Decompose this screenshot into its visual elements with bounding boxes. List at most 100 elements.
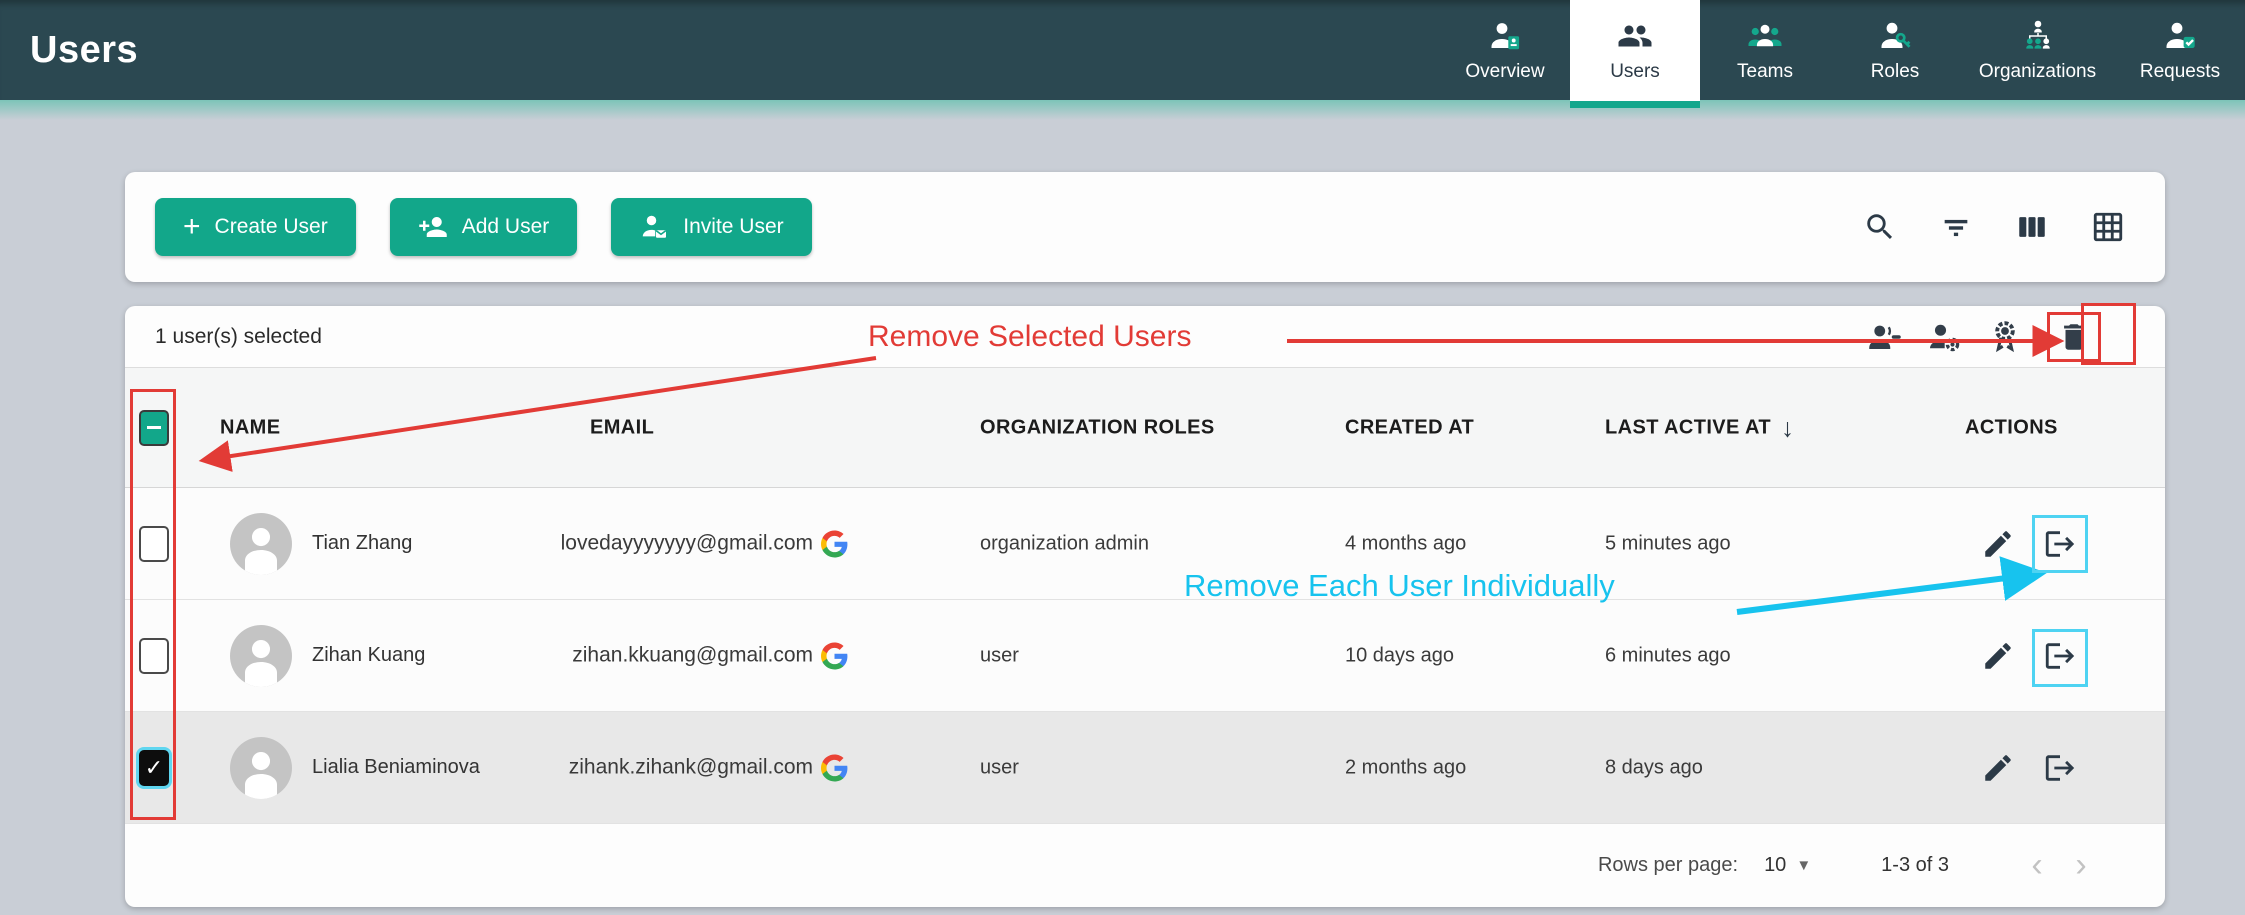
name-cell: Tian Zhang	[230, 513, 412, 575]
column-header-email[interactable]: EMAIL	[590, 416, 654, 439]
indeterminate-checkbox-icon	[139, 410, 169, 446]
unchecked-checkbox-icon	[139, 638, 169, 674]
tab-label: Organizations	[1979, 61, 2096, 83]
email-cell: zihank.zihank@gmail.com	[569, 754, 848, 781]
rows-per-page-value: 10	[1764, 854, 1786, 877]
org-roles: user	[980, 644, 1019, 667]
person-settings-icon[interactable]	[1927, 319, 1963, 355]
tab-label: Teams	[1737, 61, 1793, 83]
column-header-actions[interactable]: ACTIONS	[1965, 416, 2058, 439]
nav-tabs: Overview Users Teams	[1440, 0, 2245, 100]
top-navigation-bar: Users Overview Users	[0, 0, 2245, 100]
google-icon	[821, 530, 848, 557]
add-user-button[interactable]: Add User	[390, 198, 578, 256]
selection-actions	[1867, 312, 2135, 362]
google-icon	[821, 642, 848, 669]
user-name: Zihan Kuang	[312, 644, 425, 667]
last-active-at: 5 minutes ago	[1605, 532, 1731, 555]
column-header-last-active[interactable]: LAST ACTIVE AT ↓	[1605, 412, 1794, 443]
next-page-button[interactable]: ›	[2059, 848, 2103, 882]
search-icon[interactable]	[1863, 210, 1897, 244]
last-active-at: 6 minutes ago	[1605, 644, 1731, 667]
previous-page-button[interactable]: ‹	[2015, 848, 2059, 882]
tab-label: Requests	[2140, 61, 2220, 83]
tab-label: Overview	[1465, 61, 1544, 83]
user-email: lovedayyyyyyy@gmail.com	[561, 532, 813, 556]
column-header-roles[interactable]: ORGANIZATION ROLES	[980, 416, 1215, 439]
row-actions	[1981, 639, 2077, 673]
remove-user-icon[interactable]	[2043, 751, 2077, 785]
edit-icon[interactable]	[1981, 751, 2015, 785]
badge-icon[interactable]	[1987, 319, 2023, 355]
tab-roles[interactable]: Roles	[1830, 0, 1960, 100]
org-roles: organization admin	[980, 532, 1149, 555]
selection-count-text: 1 user(s) selected	[155, 325, 322, 349]
remove-user-icon[interactable]	[2043, 527, 2077, 561]
trash-annotation-box	[2047, 312, 2101, 362]
tab-label: Users	[1610, 61, 1660, 83]
select-all-checkbox[interactable]	[139, 410, 169, 446]
user-email: zihan.kkuang@gmail.com	[572, 644, 813, 668]
column-header-last-active-label: LAST ACTIVE AT	[1605, 416, 1771, 439]
row-checkbox[interactable]	[139, 638, 169, 674]
tab-requests[interactable]: Requests	[2115, 0, 2245, 100]
created-at: 2 months ago	[1345, 756, 1466, 779]
column-header-created[interactable]: CREATED AT	[1345, 416, 1474, 439]
plus-icon: +	[183, 212, 201, 242]
avatar	[230, 625, 292, 687]
row-actions	[1981, 751, 2077, 785]
selection-bar: 1 user(s) selected	[125, 306, 2165, 368]
edit-icon[interactable]	[1981, 527, 2015, 561]
create-user-button[interactable]: + Create User	[155, 198, 356, 256]
google-icon	[821, 754, 848, 781]
person-invite-icon	[639, 212, 669, 242]
people-icon	[1617, 18, 1653, 54]
created-at: 10 days ago	[1345, 644, 1454, 667]
person-badge-icon	[1487, 18, 1523, 54]
last-active-at: 8 days ago	[1605, 756, 1703, 779]
filter-icon[interactable]	[1939, 210, 1973, 244]
person-remove-icon[interactable]	[1867, 319, 1903, 355]
name-cell: Zihan Kuang	[230, 625, 425, 687]
create-user-label: Create User	[215, 215, 328, 239]
user-name: Tian Zhang	[312, 532, 412, 555]
invite-user-label: Invite User	[683, 215, 783, 239]
toolbar-card: + Create User Add User Invite User	[125, 172, 2165, 282]
tab-teams[interactable]: Teams	[1700, 0, 1830, 100]
tab-users[interactable]: Users	[1570, 0, 1700, 108]
avatar	[230, 737, 292, 799]
table-row: ✓ Lialia Beniaminova zihank.zihank@gmail…	[125, 712, 2165, 824]
email-cell: zihan.kkuang@gmail.com	[572, 642, 848, 669]
page-title: Users	[0, 29, 138, 72]
email-cell: lovedayyyyyyy@gmail.com	[561, 530, 848, 557]
row-checkbox[interactable]: ✓	[139, 750, 169, 786]
grid-icon[interactable]	[2091, 210, 2125, 244]
unchecked-checkbox-icon	[139, 526, 169, 562]
created-at: 4 months ago	[1345, 532, 1466, 555]
person-add-icon	[418, 212, 448, 242]
chevron-down-icon: ▼	[1796, 857, 1811, 874]
column-header-name[interactable]: NAME	[220, 416, 281, 439]
pagination-range: 1-3 of 3	[1881, 854, 1949, 877]
person-check-icon	[2162, 18, 2198, 54]
groups-icon	[1747, 18, 1783, 54]
tab-organizations[interactable]: Organizations	[1960, 0, 2115, 100]
columns-icon[interactable]	[2015, 210, 2049, 244]
users-table-card: 1 user(s) selected	[125, 306, 2165, 907]
toolbar-icon-group	[1863, 210, 2135, 244]
table-footer: Rows per page: 10 ▼ 1-3 of 3 ‹ ›	[125, 824, 2165, 906]
org-roles: user	[980, 756, 1019, 779]
rows-per-page-label: Rows per page:	[1598, 854, 1738, 877]
avatar	[230, 513, 292, 575]
sort-desc-icon[interactable]: ↓	[1781, 412, 1794, 443]
invite-user-button[interactable]: Invite User	[611, 198, 811, 256]
remove-user-icon[interactable]	[2043, 639, 2077, 673]
row-actions	[1981, 527, 2077, 561]
row-checkbox[interactable]	[139, 526, 169, 562]
user-email: zihank.zihank@gmail.com	[569, 756, 813, 780]
trash-icon[interactable]	[2057, 320, 2091, 354]
checked-checkbox-icon: ✓	[139, 750, 169, 786]
edit-icon[interactable]	[1981, 639, 2015, 673]
tab-overview[interactable]: Overview	[1440, 0, 1570, 100]
rows-per-page-select[interactable]: 10 ▼	[1764, 854, 1811, 877]
